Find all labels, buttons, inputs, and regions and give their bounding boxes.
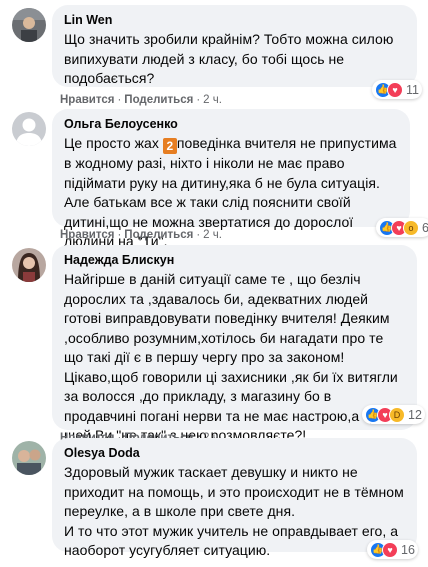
comment-bubble: Olesya Doda Здоровый мужик таскает девуш… xyxy=(52,438,417,558)
comment-text-start: Це просто жах xyxy=(64,135,159,151)
share-button[interactable]: Поделиться xyxy=(124,229,193,241)
avatar[interactable] xyxy=(12,248,46,282)
avatar[interactable] xyxy=(12,441,46,475)
reactions-summary[interactable]: 👍 ♥ 11 xyxy=(372,80,422,99)
avatar[interactable] xyxy=(12,112,46,146)
like-button[interactable]: Нравится xyxy=(60,229,114,241)
comment-bubble: Ольга Белоусенко Це просто жах 2 поведінк… xyxy=(52,109,410,249)
reaction-count: 16 xyxy=(401,542,415,557)
avatar-photo xyxy=(12,441,46,475)
separator: · xyxy=(117,94,122,106)
comment-bubble: Lin Wen Що значить зробили крайнім? Тобт… xyxy=(52,5,417,87)
comment-actions: Нравится·Поделиться·2 ч. xyxy=(60,94,222,106)
keycap-two-emoji: 2 xyxy=(162,138,177,154)
reactions-summary[interactable]: 👍 ♥ D 12 xyxy=(362,405,425,424)
timestamp[interactable]: 2 ч. xyxy=(203,94,222,106)
wow-icon: o xyxy=(403,219,419,236)
separator: · xyxy=(117,229,122,241)
love-icon: ♥ xyxy=(387,81,403,98)
comment-author[interactable]: Надежда Блискун xyxy=(64,252,405,268)
avatar[interactable] xyxy=(12,8,46,42)
comment-author[interactable]: Olesya Doda xyxy=(64,445,405,461)
comment-author[interactable]: Ольга Белоусенко xyxy=(64,116,398,132)
comment-text: Найгірше в даній ситуації саме те , що б… xyxy=(64,271,398,443)
comment-actions: Нравится·Поделиться·2 ч. xyxy=(60,229,222,241)
comment-author[interactable]: Lin Wen xyxy=(64,12,405,28)
separator: · xyxy=(196,229,201,241)
like-button[interactable]: Нравится xyxy=(60,94,114,106)
avatar-photo xyxy=(12,8,46,42)
reaction-count: 6 xyxy=(422,220,428,235)
comment-text-paragraph-2: И то что этот мужик учитель не оправдыва… xyxy=(64,522,399,559)
comment-text: Що значить зробили крайнім? Тобто можна … xyxy=(64,31,394,86)
default-avatar-icon xyxy=(12,112,46,146)
haha-icon: D xyxy=(389,406,405,423)
comment-bubble: Надежда Блискун Найгірше в даній ситуаці… xyxy=(52,245,417,443)
separator: · xyxy=(196,94,201,106)
reactions-summary[interactable]: 👍 ♥ 16 xyxy=(367,540,418,559)
reaction-count: 12 xyxy=(408,407,422,422)
reactions-summary[interactable]: 👍 ♥ o 6 xyxy=(376,218,428,237)
share-button[interactable]: Поделиться xyxy=(124,94,193,106)
comment-text: Здоровый мужик таскает девушку и никто н… xyxy=(64,464,404,519)
avatar-photo xyxy=(12,248,46,282)
love-icon: ♥ xyxy=(382,541,398,558)
reaction-count: 11 xyxy=(406,82,419,97)
timestamp[interactable]: 2 ч. xyxy=(203,229,222,241)
